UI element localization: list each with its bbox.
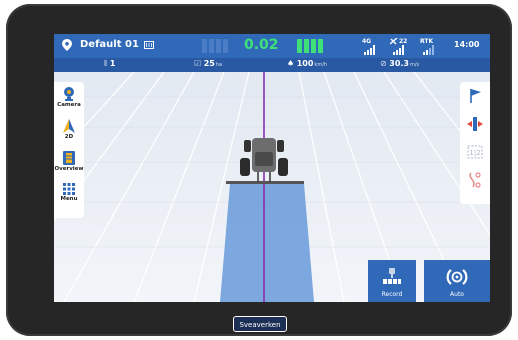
camera-button[interactable]: Camera [54,84,84,116]
view-2d-button[interactable]: 2D [54,116,84,148]
implement-bar [226,181,304,184]
shift-line-icon[interactable] [465,114,485,134]
rtk-label: RTK [420,38,434,45]
satellite-count: 22 [399,38,408,45]
grid-menu-icon [63,183,75,195]
cellular-label: 4G [362,38,372,45]
speed-unit: km/h [314,62,328,68]
area-readout: ☑ 25ha [194,59,222,68]
overview-label: Overview [54,166,84,172]
rtk-signal-icon [423,45,434,55]
coverage-strip [220,184,314,302]
auto-steer-button[interactable]: Auto [424,260,490,302]
pass-icon: ⫴ [104,59,108,68]
clock: 14:00 [454,40,480,49]
camera-label: Camera [57,102,81,108]
width-value: 30.3 [389,59,409,68]
cellular-signal-icon [364,45,375,55]
width-icon: ⊘ [380,59,387,68]
satellite-signal-bars-icon [393,45,404,55]
speed-icon: ♠ [287,59,295,68]
field-map-icon [144,41,154,49]
navigation-arrow-icon [63,119,75,133]
brand-badge: Sveaverken [233,316,287,332]
speed-readout: ♠ 100km/h [287,59,327,68]
info-bar: ⫴ 1 ☑ 25ha ♠ 100km/h ⊘ 30.3m/s [54,58,490,72]
width-readout: ⊘ 30.3m/s [380,59,419,68]
view-2d-label: 2D [64,134,74,140]
line-tools-panel: 1|2 [460,82,490,204]
ab-line-icon[interactable]: 1|2 [465,142,485,162]
pass-number: 1 [109,59,116,68]
field-name[interactable]: Default 01 [80,39,139,50]
menu-button[interactable]: Menu [54,180,84,212]
menu-label: Menu [60,196,78,202]
area-value: 25 [203,59,215,68]
svg-text:1|2: 1|2 [469,149,480,157]
curve-line-icon[interactable] [465,170,485,190]
steering-wheel-icon [446,269,468,285]
area-icon: ☑ [194,59,202,68]
auto-label: Auto [450,291,464,298]
flag-icon[interactable] [465,86,485,106]
width-unit: m/s [410,62,420,68]
view-controls-panel: Camera 2D Overview Menu [54,82,84,218]
area-unit: ha [215,62,223,68]
lightbar-offset-value: 0.02 [244,37,279,53]
overview-button[interactable]: Overview [54,148,84,180]
satellite-icon [390,38,398,45]
implement-record-icon [383,268,401,284]
pass-counter: ⫴ 1 [104,59,116,69]
location-pin-icon [62,39,72,51]
record-button[interactable]: Record [368,260,416,302]
record-label: Record [381,291,403,298]
status-bar: Default 01 0.02 4G 22 RTK 14:00 [54,34,490,58]
overview-icon [63,151,75,165]
guidance-screen: Default 01 0.02 4G 22 RTK 14:00 ⫴ 1 ☑ 25… [54,34,490,302]
camera-icon [64,87,74,101]
speed-value: 100 [296,59,314,68]
